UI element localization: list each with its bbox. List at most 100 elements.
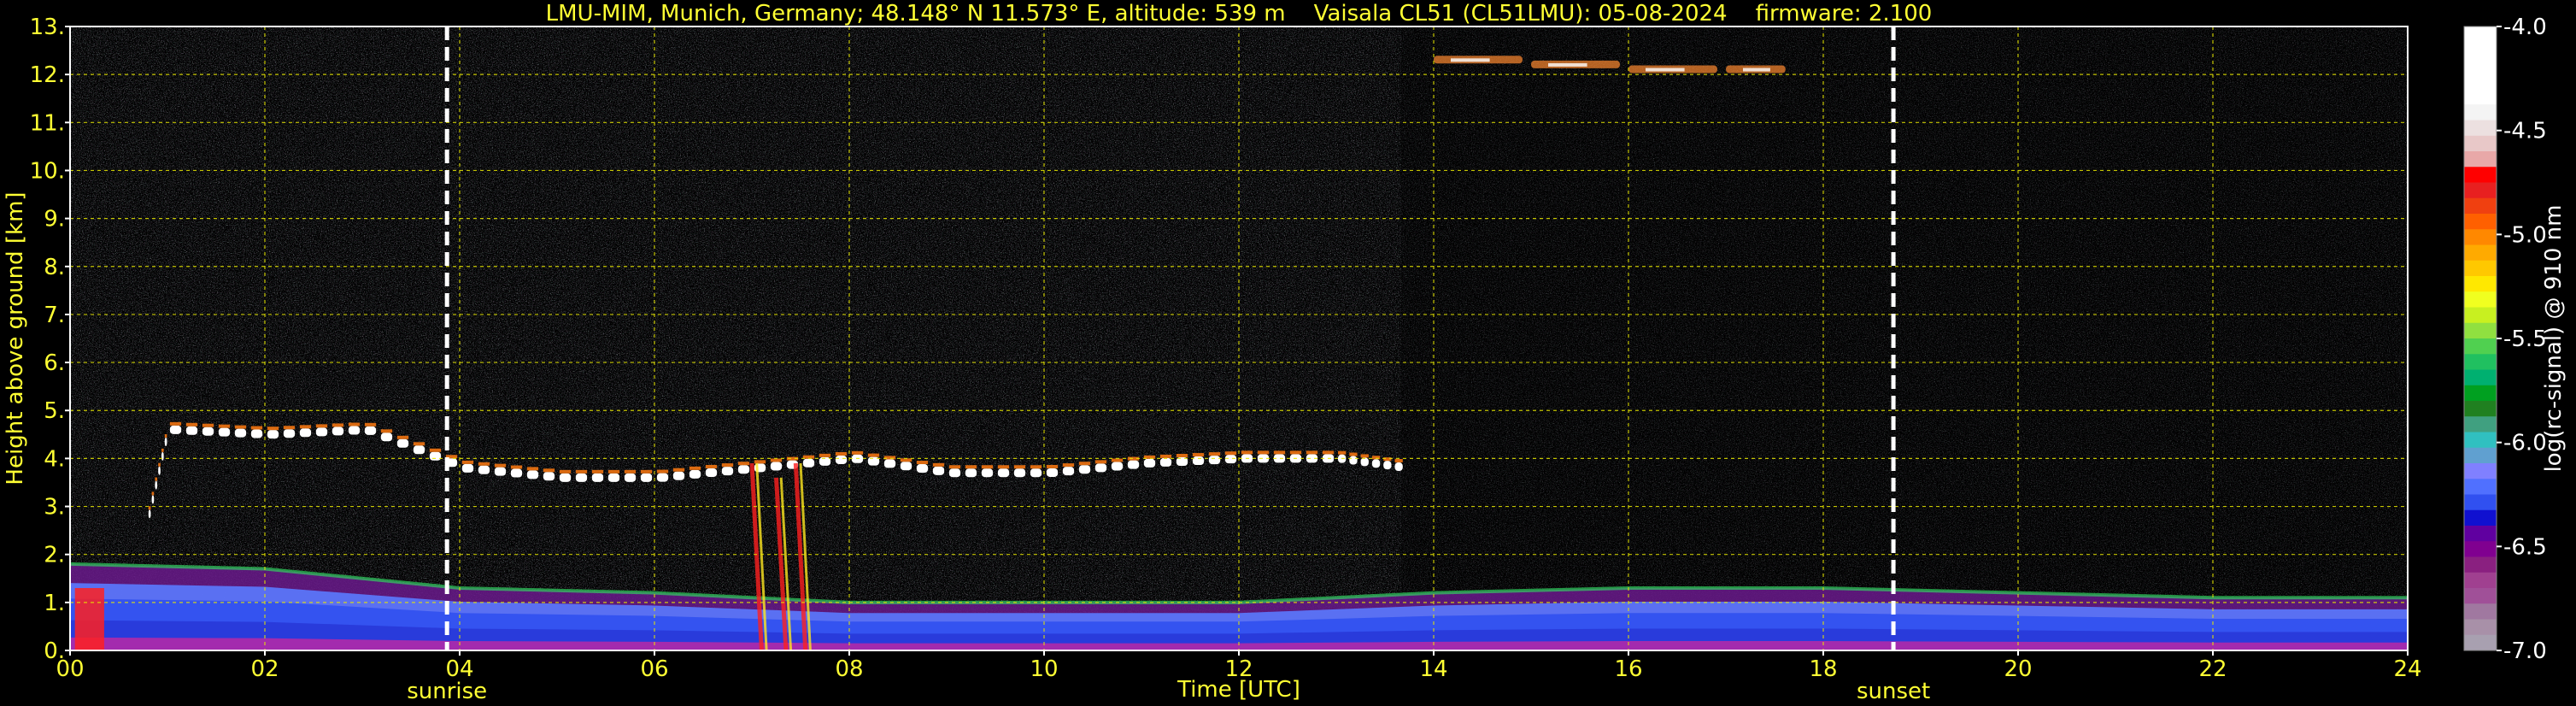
cloud-patch-edge	[721, 463, 734, 468]
colorbar-segment	[2464, 432, 2497, 449]
x-tick-label: 16	[1614, 656, 1642, 682]
y-tick-label: 6.	[44, 350, 65, 376]
cloud-patch-edge	[1289, 450, 1302, 455]
x-tick-label: 18	[1809, 656, 1837, 682]
colorbar-segment	[2464, 42, 2497, 58]
cloud-patch-edge	[575, 469, 588, 474]
cloud-patch	[218, 427, 231, 437]
cloud-patch-edge	[948, 465, 961, 469]
colorbar-segment	[2464, 401, 2497, 417]
cloud-patch-edge	[461, 460, 474, 464]
y-tick-label: 7.	[44, 303, 65, 328]
cloud-patch	[413, 445, 425, 455]
cloud-patch	[348, 426, 361, 435]
colorbar-segment	[2464, 214, 2497, 230]
colorbar-segment	[2464, 603, 2497, 620]
cloud-patch	[1143, 458, 1156, 468]
colorbar-segment	[2464, 322, 2497, 339]
x-axis-label: Time [UTC]	[1177, 677, 1300, 703]
cloud-patch-edge	[1273, 450, 1286, 455]
cloud-patch	[332, 427, 344, 436]
cloud-patch-edge	[283, 426, 296, 430]
y-tick-label: 11.	[30, 110, 65, 136]
cloud-patch-edge	[770, 458, 783, 462]
colorbar-segment	[2464, 447, 2497, 464]
cloud-patch	[721, 467, 734, 476]
cloud-patch	[981, 468, 994, 478]
cloud-patch-edge	[315, 424, 328, 428]
cloud-patch-edge	[591, 469, 604, 474]
cloud-patch-edge	[185, 422, 198, 427]
cloud-patch-edge	[1111, 458, 1124, 462]
colorbar-segment	[2464, 494, 2497, 511]
cloud-patch	[299, 428, 312, 438]
cloud-patch-edge	[656, 469, 669, 474]
ceilometer-chart: 00 02 04 06 08 10 12 14 16 18 20 22 24 0.1.2.3.4.5.6…	[3, 1, 2567, 704]
cloud-patch-edge	[1013, 465, 1026, 469]
low-cloud-patch	[74, 588, 104, 650]
cloud-patch	[380, 432, 393, 442]
colorbar-segment	[2464, 197, 2497, 215]
cloud-patch-edge	[624, 469, 637, 474]
cloud-patch	[1078, 465, 1091, 474]
cloud-patch-edge	[1224, 451, 1237, 456]
cloud-patch-edge	[1394, 459, 1403, 463]
x-tick-label: 14	[1419, 656, 1447, 682]
y-tick-label: 5.	[44, 398, 65, 424]
cloud-patch-edge	[161, 448, 164, 452]
colorbar-segment	[2464, 167, 2497, 183]
cloud-patch-edge	[250, 426, 263, 430]
x-tick-label: 06	[640, 656, 668, 682]
cloud-patch-edge	[155, 477, 158, 481]
cloud-patch-edge	[1062, 463, 1075, 468]
y-tick-label: 8.	[44, 255, 65, 280]
colorbar-segment	[2464, 479, 2497, 495]
cloud-patch	[461, 463, 474, 473]
cloud-patch-edge	[607, 469, 620, 474]
cloud-patch-edge	[1046, 464, 1059, 468]
colorbar-segment	[2464, 588, 2497, 604]
cloud-patch-edge	[348, 422, 361, 427]
cloud-patch	[1111, 462, 1124, 471]
cloud-patch-edge	[396, 435, 409, 439]
colorbar-tick-label: -4.0	[2503, 15, 2547, 40]
cloud-patch	[1349, 456, 1358, 465]
cloud-patch	[283, 429, 296, 438]
cloud-patch	[900, 462, 912, 471]
colorbar-segment	[2464, 276, 2497, 292]
cloud-patch	[916, 464, 929, 474]
cloud-patch	[543, 472, 555, 481]
cloud-patch	[494, 467, 507, 476]
colorbar-segment	[2464, 291, 2497, 308]
cloud-patch-edge	[364, 422, 377, 427]
cloud-patch-edge	[1030, 465, 1042, 469]
cloud-patch-edge	[916, 461, 929, 465]
cloud-patch-edge	[981, 465, 994, 469]
y-tick-label: 10.	[30, 158, 65, 184]
colorbar-segment	[2464, 229, 2497, 245]
colorbar-segment	[2464, 151, 2497, 168]
colorbar-segment	[2464, 619, 2497, 636]
cloud-patch-edge	[672, 468, 685, 472]
cloud-patch	[575, 473, 588, 482]
cloud-patch-edge	[1349, 452, 1358, 456]
cloud-patch	[624, 473, 637, 482]
cloud-patch-edge	[1241, 450, 1253, 455]
cloud-patch	[672, 471, 685, 480]
cirrus-core	[1743, 68, 1770, 72]
colorbar-label: log(rc-signal) @ 910 nm	[2541, 205, 2567, 473]
cloud-patch	[164, 438, 167, 447]
cloud-patch	[1094, 463, 1107, 473]
cloud-patch	[607, 473, 620, 482]
cloud-patch-edge	[413, 442, 425, 446]
cloud-patch	[510, 468, 523, 478]
cloud-patch-edge	[267, 427, 279, 431]
colorbar: -4.0-4.5-5.0-5.5-6.0-6.5-7.0	[2463, 15, 2547, 664]
y-tick-label: 2.	[44, 543, 65, 568]
colorbar-segment	[2464, 509, 2497, 527]
colorbar-tick-label: -7.0	[2503, 638, 2547, 664]
cloud-patch	[250, 429, 263, 438]
cloud-patch	[737, 465, 750, 474]
cloud-patch	[1159, 457, 1172, 467]
colorbar-segment	[2464, 541, 2497, 557]
